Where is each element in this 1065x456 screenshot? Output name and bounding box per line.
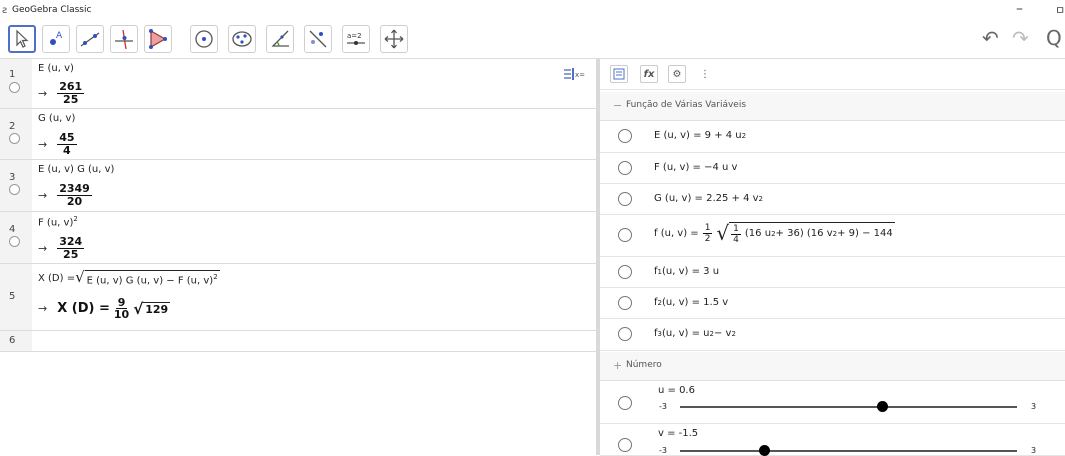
cursor-icon: [16, 29, 29, 48]
reflect-tool[interactable]: [304, 25, 332, 53]
row-number: 1: [0, 59, 32, 108]
algebra-item-f2[interactable]: f2 (u, v) = 1.5 v: [600, 288, 1065, 319]
visibility-radio[interactable]: [618, 396, 632, 410]
undo-button[interactable]: ↶: [982, 26, 999, 50]
visibility-toggle[interactable]: [9, 82, 20, 93]
line-icon: [80, 32, 100, 47]
move-graphics-tool[interactable]: [380, 25, 408, 53]
slider-icon: a=2: [347, 32, 365, 45]
perpendicular-icon: [115, 29, 133, 50]
reflect-icon: [309, 30, 327, 48]
algebra-item-f[interactable]: f (u, v) = 12 √ 14 (16 u2 + 36) (16 v2 +…: [600, 215, 1065, 257]
cas-row-5[interactable]: 5 X (D) = √ E (u, v) G (u, v) − F (u, v)2…: [0, 264, 596, 331]
cas-input[interactable]: G (u, v): [38, 113, 75, 124]
redo-button[interactable]: ↷: [1012, 26, 1029, 50]
cas-input[interactable]: E (u, v): [38, 63, 74, 74]
cas-output: → 261 25: [38, 80, 85, 106]
algebra-item-E[interactable]: E (u, v) = 9 + 4 u2: [600, 121, 1065, 153]
fx-icon[interactable]: fx: [640, 65, 658, 83]
visibility-radio[interactable]: [618, 296, 632, 310]
conic-icon: [232, 31, 252, 47]
perpendicular-line-tool[interactable]: [110, 25, 138, 53]
row-number: 6: [0, 331, 32, 351]
slider-knob[interactable]: [877, 401, 889, 412]
algebra-item-F[interactable]: F (u, v) = −4 u v: [600, 153, 1065, 184]
visibility-toggle[interactable]: [9, 184, 20, 195]
cas-row-6[interactable]: 6: [0, 331, 596, 352]
slider-track[interactable]: [680, 406, 1017, 408]
cas-row-1[interactable]: 1 E (u, v) → 261 25: [0, 59, 596, 109]
visibility-radio[interactable]: [618, 438, 632, 452]
minimize-button[interactable]: –: [1016, 1, 1023, 17]
line-tool[interactable]: [76, 25, 104, 53]
cas-output: → X (D) = 9 10 √ 129: [38, 296, 171, 321]
window-title: GeoGebra Classic: [12, 5, 92, 15]
algebra-item-f1[interactable]: f1 (u, v) = 3 u: [600, 257, 1065, 288]
polygon-tool[interactable]: [144, 25, 172, 53]
svg-text:A: A: [56, 31, 63, 41]
algebra-item-G[interactable]: G (u, v) = 2.25 + 4 v2: [600, 184, 1065, 215]
algebra-view-icon[interactable]: [610, 65, 628, 83]
slider-track[interactable]: [680, 450, 1017, 452]
visibility-radio[interactable]: [618, 265, 632, 279]
algebra-view: fx ⚙ ⋮ − Função de Várias Variáveis E (u…: [600, 59, 1065, 456]
cas-row-3[interactable]: 3 E (u, v) G (u, v) → 2349 20: [0, 160, 596, 212]
polygon-icon: [149, 29, 167, 49]
row-number: 2: [0, 109, 32, 159]
angle-icon: [271, 30, 289, 47]
slider-knob[interactable]: [759, 445, 771, 456]
group-number[interactable]: + Número: [600, 352, 1065, 381]
collapse-icon[interactable]: −: [613, 99, 622, 112]
slider-u[interactable]: u = 0.6 -3 3: [600, 381, 1065, 424]
visibility-radio[interactable]: [618, 161, 632, 175]
visibility-toggle[interactable]: [9, 133, 20, 144]
cas-output: → 324 25: [38, 235, 85, 261]
row-number: 4: [0, 212, 32, 263]
visibility-radio[interactable]: [618, 327, 632, 341]
visibility-radio[interactable]: [618, 129, 632, 143]
conic-tool[interactable]: [228, 25, 256, 53]
toolbar: A a=2 ↶ ↷ Q: [0, 22, 1065, 59]
expand-icon[interactable]: +: [613, 359, 622, 372]
more-icon[interactable]: ⋮: [696, 65, 714, 83]
search-button[interactable]: Q: [1046, 26, 1062, 50]
svg-text:a=2: a=2: [347, 32, 362, 40]
row-number: 5: [0, 264, 32, 330]
point-icon: A: [50, 31, 63, 45]
algebra-item-f3[interactable]: f3 (u, v) = u2 − v2: [600, 319, 1065, 351]
row-number: 3: [0, 160, 32, 211]
algebra-header: fx ⚙ ⋮: [600, 59, 1065, 90]
title-bar: ƨ GeoGebra Classic – ㅁ: [0, 0, 1065, 22]
point-tool[interactable]: A: [42, 25, 70, 53]
app-icon: ƨ: [2, 5, 8, 16]
cas-input[interactable]: F (u, v)2: [38, 215, 78, 228]
circle-center-tool[interactable]: [190, 25, 218, 53]
visibility-radio[interactable]: [618, 192, 632, 206]
cas-input[interactable]: X (D) = √ E (u, v) G (u, v) − F (u, v)2: [38, 269, 220, 287]
slider-v[interactable]: v = -1.5 -3 3: [600, 424, 1065, 456]
visibility-radio[interactable]: [618, 228, 632, 242]
cas-output: → 45 4: [38, 131, 77, 157]
visibility-toggle[interactable]: [9, 236, 20, 247]
cas-input[interactable]: E (u, v) G (u, v): [38, 164, 114, 175]
cas-view: x= 1 E (u, v) → 261 25 2 G (u, v) → 45 4 3…: [0, 59, 596, 455]
move-arrows-icon: [384, 29, 404, 49]
move-tool[interactable]: [8, 25, 36, 53]
cas-row-4[interactable]: 4 F (u, v)2 → 324 25: [0, 212, 596, 264]
cas-output: → 2349 20: [38, 182, 92, 208]
group-function-several-variables[interactable]: − Função de Várias Variáveis: [600, 92, 1065, 121]
gear-icon[interactable]: ⚙: [668, 65, 686, 83]
maximize-button[interactable]: ㅁ: [1055, 2, 1065, 18]
angle-tool[interactable]: [266, 25, 294, 53]
circle-icon: [195, 30, 213, 48]
cas-row-2[interactable]: 2 G (u, v) → 45 4: [0, 109, 596, 160]
slider-tool[interactable]: a=2: [342, 25, 370, 53]
